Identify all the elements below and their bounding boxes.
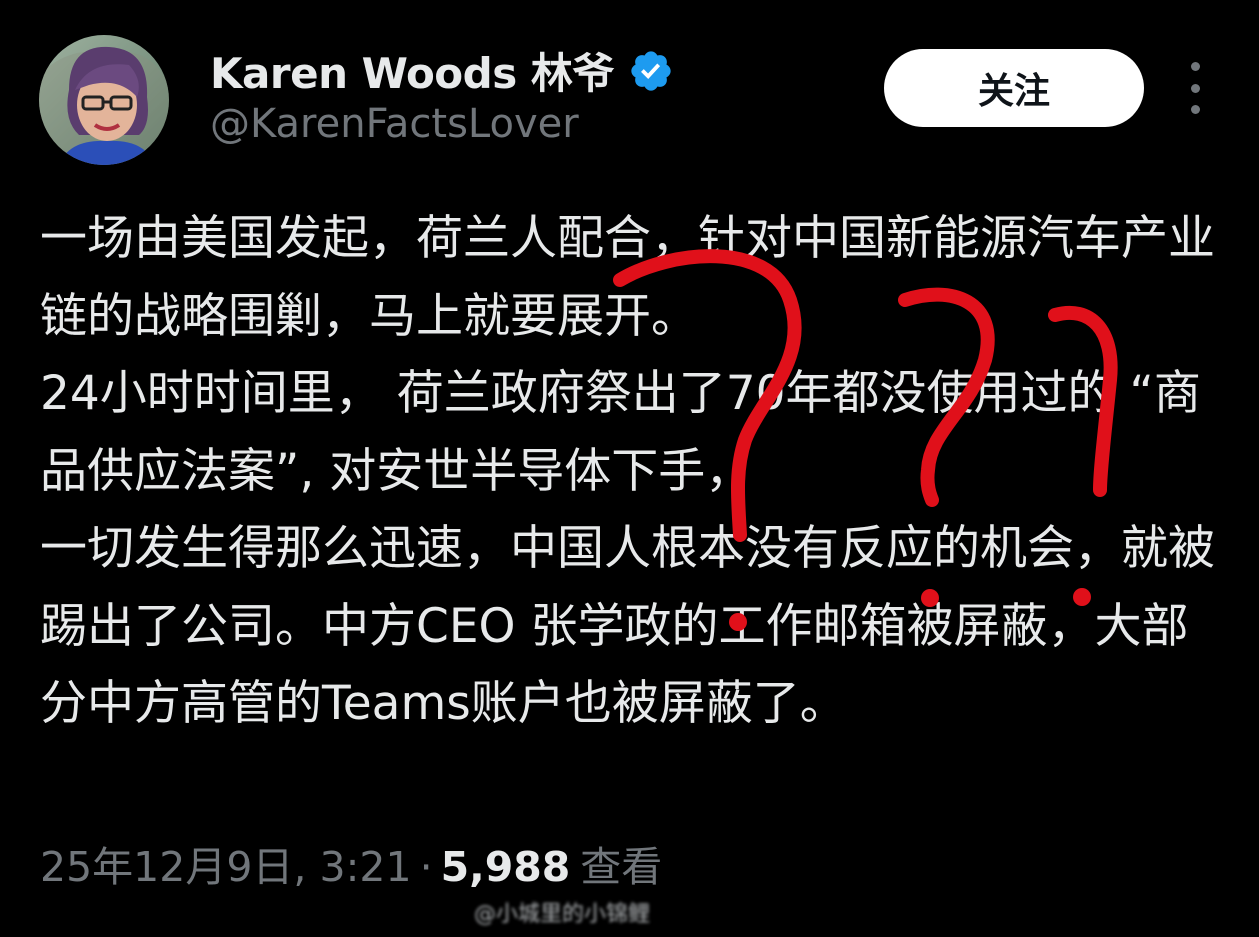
author-handle[interactable]: @KarenFactsLover	[210, 101, 579, 147]
avatar[interactable]	[39, 35, 169, 165]
more-vertical-icon[interactable]	[1180, 62, 1210, 114]
views-label: 查看	[580, 843, 663, 891]
watermark: @小城里的小锦鲤	[474, 902, 651, 927]
tweet-meta: 25年12月9日, 3:21 · 5,988 查看	[40, 833, 662, 893]
author-display-name[interactable]: Karen Woods 林爷	[210, 40, 614, 101]
follow-button[interactable]: 关注	[884, 49, 1144, 127]
more-dot	[1190, 105, 1200, 114]
meta-separator: ·	[419, 843, 433, 891]
avatar-photo	[39, 35, 169, 165]
author-name-row[interactable]: Karen Woods 林爷	[210, 40, 674, 101]
more-dot	[1190, 62, 1200, 71]
views-count: 5,988	[440, 843, 571, 891]
more-dot	[1190, 83, 1200, 93]
verified-badge-icon	[631, 50, 671, 91]
tweet-text: 一场由美国发起，荷兰人配合，针对中国新能源汽车产业链的战略围剿，马上就要展开。 …	[40, 211, 1215, 731]
tweet-timestamp[interactable]: 25年12月9日, 3:21	[40, 833, 412, 893]
